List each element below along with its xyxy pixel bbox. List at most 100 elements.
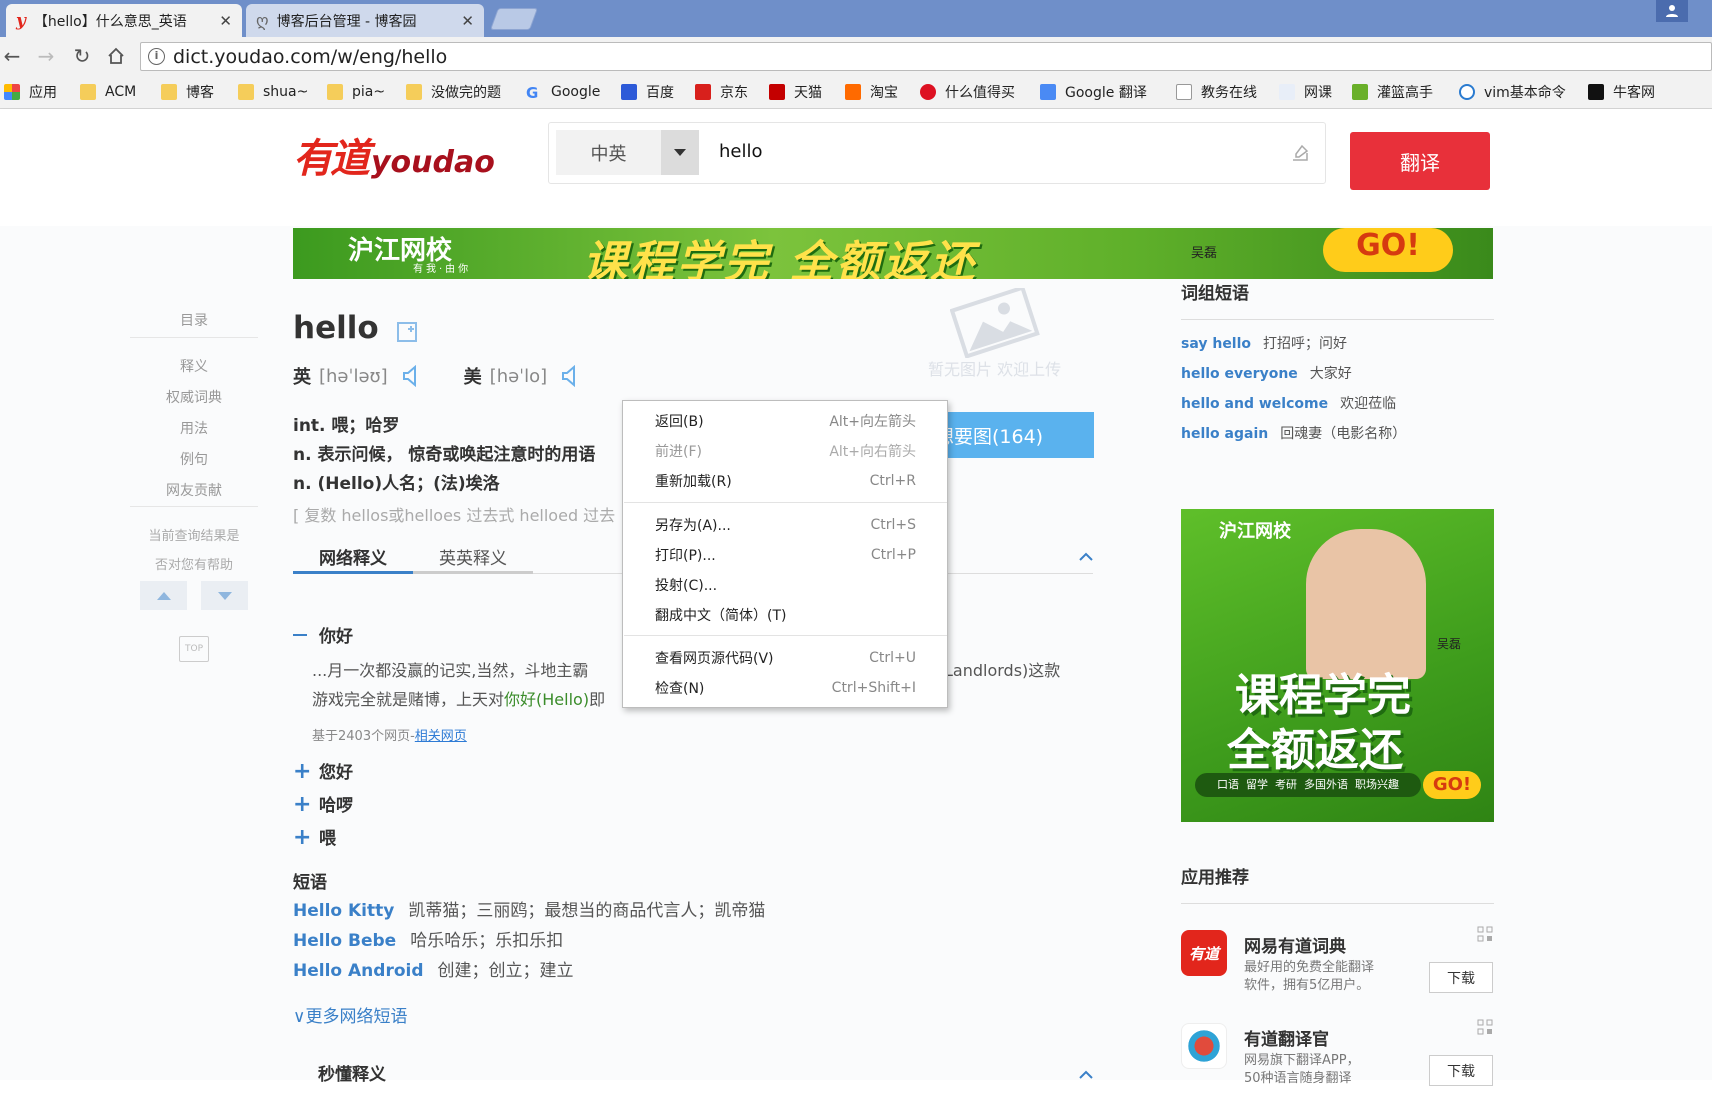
tab-web-definition[interactable]: 网络释义	[293, 544, 413, 574]
menu-view-source[interactable]: 查看网页源代码(V) Ctrl+U	[623, 645, 948, 671]
close-tab-icon[interactable]: ✕	[219, 12, 232, 30]
download-button[interactable]: 下载	[1429, 962, 1493, 993]
download-button[interactable]: 下载	[1429, 1055, 1493, 1086]
menu-translate[interactable]: 翻成中文（简体）(T)	[623, 602, 948, 628]
search-input[interactable]: hello	[719, 141, 763, 162]
web-def-main[interactable]: 你好	[293, 622, 353, 647]
menu-inspect[interactable]: 检查(N) Ctrl+Shift+I	[623, 675, 948, 701]
sidenav-item[interactable]: 网友贡献	[130, 476, 258, 507]
phrases-list: Hello Kitty 凯蒂猫；三丽鸥；最想当的商品代言人；凯帝猫 Hello B…	[293, 896, 765, 986]
youdao-dict-app-icon[interactable]: 有道	[1181, 930, 1227, 976]
web-def-item[interactable]: + 喂	[293, 822, 353, 855]
translate-button[interactable]: 翻译	[1350, 132, 1490, 190]
bookmark-blog[interactable]: 博客	[161, 82, 214, 102]
sidenav-item[interactable]: 释义	[130, 352, 258, 383]
app-card: 有道 网易有道词典 最好用的免费全能翻译 软件，拥有5亿用户。 下载	[1181, 926, 1494, 1010]
sidenav-item[interactable]: 用法	[130, 414, 258, 445]
info-icon[interactable]: i	[148, 48, 165, 65]
bookmark-tmall[interactable]: 天猫	[769, 82, 822, 102]
bookmark-jiaowu[interactable]: 教务在线	[1176, 82, 1257, 102]
definition-line: n. (Hello)人名；(法)埃洛	[293, 474, 500, 494]
nowcoder-icon	[1588, 84, 1604, 100]
thumbs-up-button[interactable]	[140, 581, 187, 610]
menu-cast[interactable]: 投射(C)...	[623, 572, 948, 598]
chevron-down-icon[interactable]	[661, 130, 699, 175]
qrcode-icon[interactable]	[1477, 1019, 1493, 1035]
phrase-link[interactable]: Hello Bebe	[293, 931, 396, 951]
bookmark-jd[interactable]: 京东	[695, 82, 748, 102]
phrase-sidebar-list: say hello 打招呼；问好 hello everyone 大家好 hello …	[1181, 329, 1406, 449]
banner-person-name: 吴磊	[1191, 246, 1218, 261]
tab-youdao[interactable]: y 【hello】什么意思_英语 ✕	[6, 4, 242, 37]
related-pages-link[interactable]: 相关网页	[415, 729, 467, 744]
sidebar-phrase-link[interactable]: hello and welcome	[1181, 396, 1328, 412]
tab-english-definition[interactable]: 英英释义	[413, 544, 533, 574]
bookmark-slamdunk[interactable]: 灌篮高手	[1352, 82, 1433, 102]
web-def-item[interactable]: + 您好	[293, 756, 353, 789]
bookmark-apps[interactable]: 应用	[4, 82, 57, 102]
vim-icon	[1459, 84, 1475, 100]
sidebar-ad[interactable]: 沪江网校 吴磊 课程学完 全额返还 口语 留学 考研 多国外语 职场兴趣 GO!	[1181, 509, 1494, 822]
app-name[interactable]: 网易有道词典	[1244, 932, 1346, 957]
bookmark-wangke[interactable]: 网课	[1279, 82, 1332, 102]
bookmark-unfinished[interactable]: 没做完的题	[406, 82, 501, 102]
sidebar-phrase-link[interactable]: hello everyone	[1181, 366, 1298, 382]
folder-icon	[80, 84, 96, 100]
home-icon[interactable]	[104, 44, 128, 68]
bookmark-nowcoder[interactable]: 牛客网	[1588, 82, 1655, 102]
slamdunk-icon	[1352, 84, 1368, 100]
bookmark-pia[interactable]: pia~	[327, 82, 385, 102]
reload-icon[interactable]: ↻	[70, 44, 94, 68]
top-banner-ad[interactable]: 沪江网校 有我·由你 课程学完 全额返还 吴磊 GO!	[293, 228, 1493, 279]
speaker-icon[interactable]	[561, 365, 579, 387]
menu-reload[interactable]: 重新加载(R) Ctrl+R	[623, 468, 948, 494]
bookmark-taobao[interactable]: 淘宝	[845, 82, 898, 102]
bookmark-shua[interactable]: shua~	[238, 82, 308, 102]
thumbs-down-button[interactable]	[201, 581, 248, 610]
speaker-icon[interactable]	[402, 365, 420, 387]
phrase-link[interactable]: Hello Android	[293, 961, 424, 981]
language-select[interactable]: 中英	[556, 130, 661, 175]
back-icon[interactable]: ←	[0, 44, 24, 68]
sidebar-ad-go: GO!	[1423, 771, 1481, 799]
menu-forward[interactable]: 前进(F) Alt+向右箭头	[623, 438, 948, 464]
sidebar-phrase-link[interactable]: hello again	[1181, 426, 1268, 442]
new-tab-button[interactable]	[489, 8, 539, 30]
bookmark-vim[interactable]: vim基本命令	[1459, 82, 1566, 102]
sidebar-phrase-row: hello again 回魂妻（电影名称）	[1181, 426, 1407, 442]
close-tab-icon[interactable]: ✕	[461, 12, 474, 30]
bookmark-baidu[interactable]: 百度	[621, 82, 674, 102]
sidenav-item[interactable]: 例句	[130, 445, 258, 476]
phrase-link[interactable]: Hello Kitty	[293, 901, 394, 921]
tab-cnblogs[interactable]: ღ 博客后台管理 - 博客园 ✕	[246, 4, 484, 37]
menu-save-as[interactable]: 另存为(A)... Ctrl+S	[623, 512, 948, 538]
add-wordbook-icon[interactable]	[396, 320, 420, 344]
bookmark-google[interactable]: G Google	[526, 82, 600, 102]
qrcode-icon[interactable]	[1477, 926, 1493, 942]
sidebar-phrase-link[interactable]: say hello	[1181, 336, 1251, 352]
bookmark-smzdm[interactable]: 什么值得买	[920, 82, 1015, 102]
sidenav-item[interactable]: 权威词典	[130, 383, 258, 414]
web-def-item[interactable]: + 哈啰	[293, 789, 353, 822]
collapse-icon[interactable]	[1079, 552, 1093, 561]
google-icon: G	[526, 84, 539, 102]
youdao-logo[interactable]: 有道 youdao	[293, 137, 495, 181]
sidebar-ad-tags: 口语 留学 考研 多国外语 职场兴趣	[1195, 773, 1421, 797]
app-name[interactable]: 有道翻译官	[1244, 1025, 1329, 1050]
youdao-translator-app-icon[interactable]	[1181, 1023, 1227, 1069]
bookmark-acm[interactable]: ACM	[80, 82, 136, 102]
bookmark-google-translate[interactable]: Google 翻译	[1040, 82, 1147, 102]
menu-print[interactable]: 打印(P)... Ctrl+P	[623, 542, 948, 568]
back-to-top-icon[interactable]: TOP	[179, 636, 209, 662]
handwriting-icon[interactable]	[1290, 143, 1310, 163]
sidebar-phrase-row: hello and welcome 欢迎莅临	[1181, 396, 1397, 412]
collapse-icon[interactable]	[1079, 1070, 1093, 1079]
more-phrases-link[interactable]: ∨更多网络短语	[293, 1002, 407, 1027]
address-bar[interactable]: i dict.youdao.com/w/eng/hello	[140, 42, 1712, 71]
side-nav: 目录 释义 权威词典 用法 例句 网友贡献 当前查询结果是 否对您有帮助 TOP	[130, 304, 258, 662]
apps-title: 应用推荐	[1181, 866, 1494, 904]
profile-icon[interactable]	[1656, 0, 1688, 22]
sidebar-phrase-row: say hello 打招呼；问好	[1181, 336, 1348, 352]
menu-back[interactable]: 返回(B) Alt+向左箭头	[623, 408, 948, 434]
forward-icon[interactable]: →	[34, 44, 58, 68]
